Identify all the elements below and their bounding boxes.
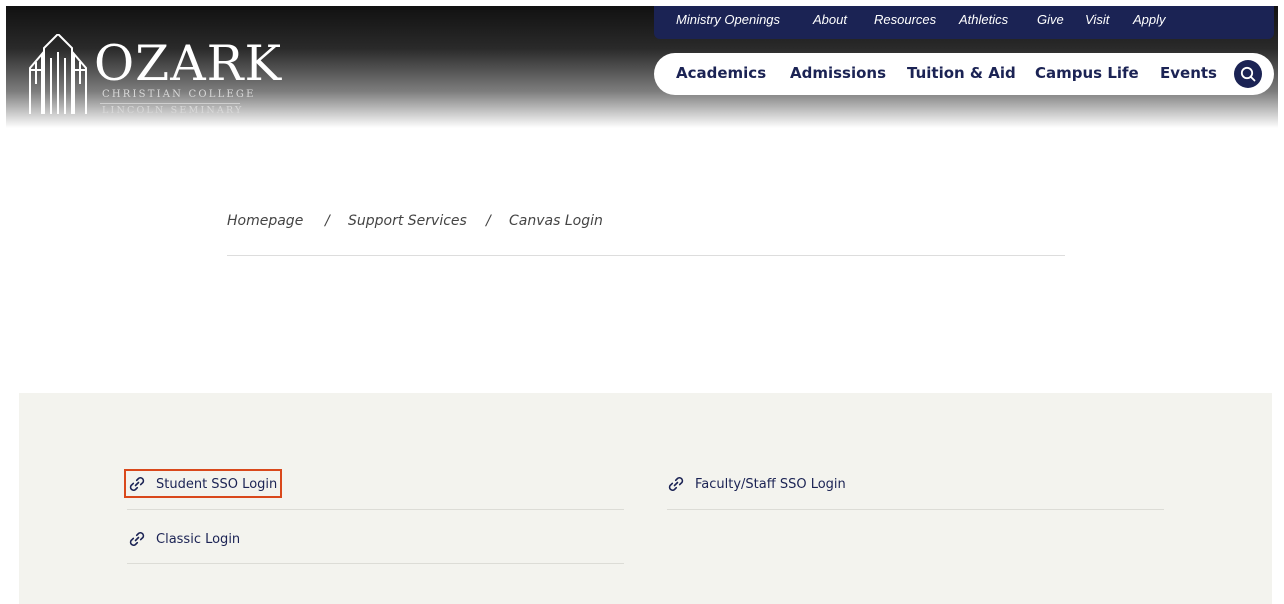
utility-link-give[interactable]: Give bbox=[1037, 12, 1064, 27]
main-nav: Academics Admissions Tuition & Aid Campu… bbox=[654, 53, 1274, 95]
chapel-icon bbox=[29, 34, 87, 114]
breadcrumb-divider bbox=[227, 255, 1065, 256]
classic-login-label: Classic Login bbox=[156, 531, 241, 547]
breadcrumb-separator: / bbox=[325, 213, 330, 229]
breadcrumb-homepage[interactable]: Homepage bbox=[227, 213, 303, 229]
site-logo[interactable]: OZARK CHRISTIAN COLLEGE LINCOLN SEMINARY bbox=[26, 34, 281, 116]
nav-admissions[interactable]: Admissions bbox=[790, 64, 886, 82]
link-icon bbox=[129, 532, 145, 546]
search-icon bbox=[1240, 66, 1256, 82]
link-divider bbox=[667, 509, 1164, 510]
utility-link-ministry-openings[interactable]: Ministry Openings bbox=[676, 12, 780, 27]
faculty-staff-sso-login-label: Faculty/Staff SSO Login bbox=[695, 476, 846, 492]
breadcrumb-support-services[interactable]: Support Services bbox=[348, 213, 467, 229]
logo-wordmark: OZARK bbox=[94, 35, 283, 92]
link-divider bbox=[127, 509, 624, 510]
logo-subtitle-seminary: LINCOLN SEMINARY bbox=[102, 105, 244, 116]
link-icon bbox=[668, 477, 684, 491]
nav-academics[interactable]: Academics bbox=[676, 64, 766, 82]
breadcrumb-separator: / bbox=[486, 213, 491, 229]
utility-link-about[interactable]: About bbox=[813, 12, 847, 27]
search-button[interactable] bbox=[1234, 60, 1262, 88]
breadcrumb-current-canvas-login: Canvas Login bbox=[509, 213, 603, 229]
utility-link-visit[interactable]: Visit bbox=[1085, 12, 1109, 27]
faculty-staff-sso-login-link[interactable]: Faculty/Staff SSO Login bbox=[667, 469, 846, 499]
utility-nav: Ministry Openings About Resources Athlet… bbox=[654, 6, 1274, 39]
page: OZARK CHRISTIAN COLLEGE LINCOLN SEMINARY… bbox=[0, 0, 1284, 604]
logo-divider bbox=[100, 103, 240, 104]
nav-tuition-aid[interactable]: Tuition & Aid bbox=[907, 64, 1016, 82]
utility-link-apply[interactable]: Apply bbox=[1133, 12, 1166, 27]
classic-login-link[interactable]: Classic Login bbox=[128, 524, 240, 554]
nav-campus-life[interactable]: Campus Life bbox=[1035, 64, 1139, 82]
utility-link-athletics[interactable]: Athletics bbox=[959, 12, 1008, 27]
utility-link-resources[interactable]: Resources bbox=[874, 12, 936, 27]
highlight-box bbox=[124, 469, 282, 498]
nav-events[interactable]: Events bbox=[1160, 64, 1217, 82]
logo-subtitle-college: CHRISTIAN COLLEGE bbox=[102, 89, 256, 100]
link-divider bbox=[127, 563, 624, 564]
